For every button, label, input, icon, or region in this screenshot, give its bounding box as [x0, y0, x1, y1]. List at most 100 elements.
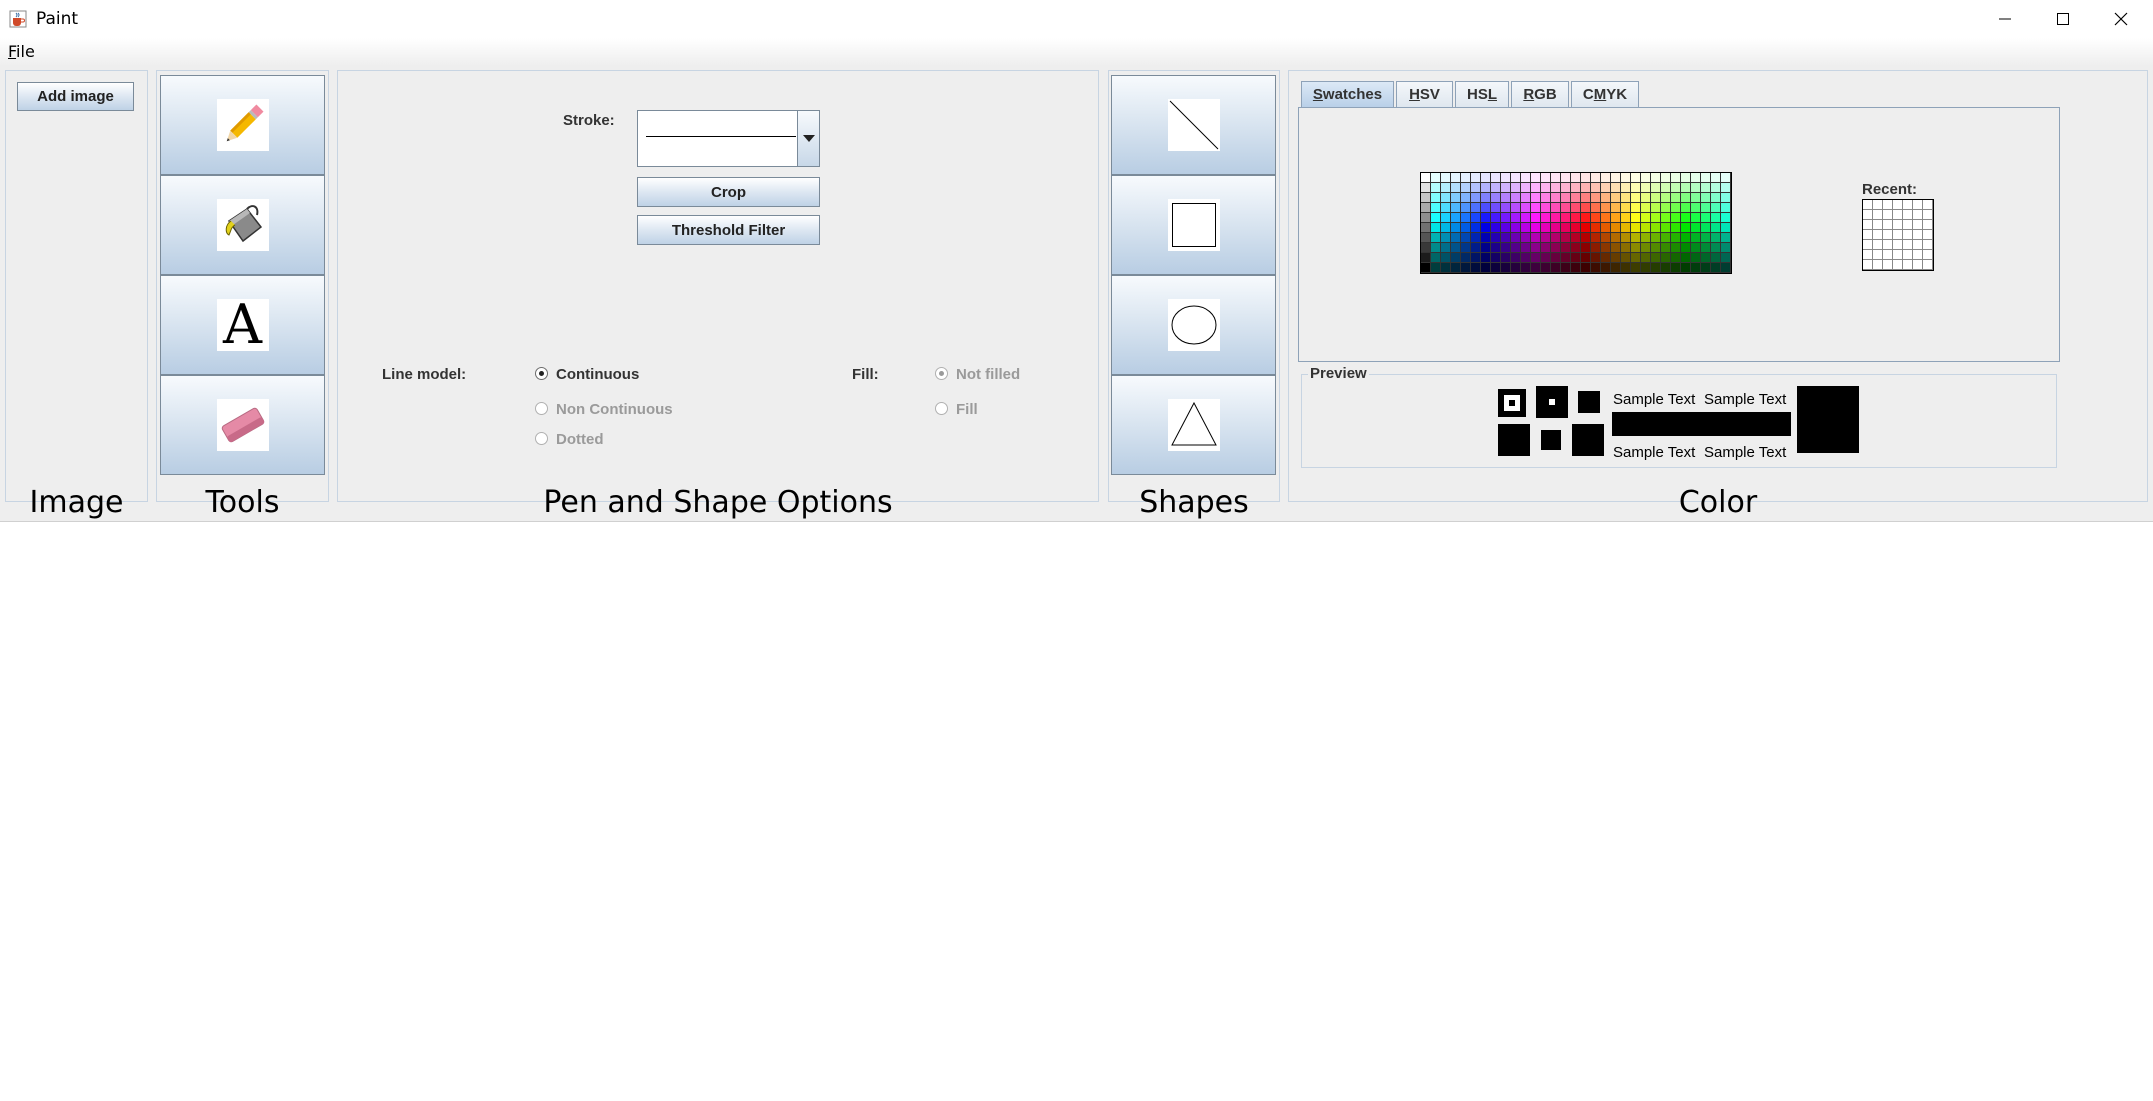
color-swatch[interactable]	[1611, 173, 1621, 183]
radio-not-filled[interactable]	[935, 367, 948, 380]
color-swatch[interactable]	[1491, 183, 1501, 193]
recent-swatch[interactable]	[1873, 230, 1883, 240]
color-swatch[interactable]	[1591, 193, 1601, 203]
color-swatch[interactable]	[1621, 173, 1631, 183]
color-swatch[interactable]	[1681, 183, 1691, 193]
recent-swatch[interactable]	[1883, 200, 1893, 210]
recent-swatch[interactable]	[1873, 200, 1883, 210]
color-swatch[interactable]	[1701, 213, 1711, 223]
color-swatch[interactable]	[1491, 233, 1501, 243]
color-swatch[interactable]	[1521, 253, 1531, 263]
color-swatch[interactable]	[1681, 173, 1691, 183]
color-swatch[interactable]	[1441, 253, 1451, 263]
color-swatch[interactable]	[1451, 233, 1461, 243]
threshold-filter-button[interactable]: Threshold Filter	[637, 215, 820, 245]
color-swatch[interactable]	[1471, 243, 1481, 253]
color-swatch[interactable]	[1541, 253, 1551, 263]
color-swatch[interactable]	[1581, 213, 1591, 223]
color-swatch[interactable]	[1691, 193, 1701, 203]
recent-swatch[interactable]	[1883, 240, 1893, 250]
color-swatch[interactable]	[1701, 173, 1711, 183]
color-swatch[interactable]	[1461, 223, 1471, 233]
color-swatch[interactable]	[1691, 213, 1701, 223]
color-swatch[interactable]	[1651, 233, 1661, 243]
color-swatch[interactable]	[1431, 193, 1441, 203]
color-swatch[interactable]	[1691, 243, 1701, 253]
recent-swatch[interactable]	[1913, 210, 1923, 220]
recent-swatch[interactable]	[1913, 250, 1923, 260]
color-swatch[interactable]	[1521, 243, 1531, 253]
tab-hsv[interactable]: H SV	[1396, 81, 1453, 107]
color-swatch[interactable]	[1701, 263, 1711, 273]
color-swatch[interactable]	[1611, 263, 1621, 273]
color-swatch[interactable]	[1631, 193, 1641, 203]
color-swatch[interactable]	[1501, 193, 1511, 203]
recent-swatch[interactable]	[1903, 220, 1913, 230]
radio-dotted-label[interactable]: Dotted	[556, 431, 604, 448]
stroke-combobox[interactable]	[637, 110, 820, 167]
color-swatch[interactable]	[1481, 183, 1491, 193]
color-swatch[interactable]	[1421, 263, 1431, 273]
recent-swatch[interactable]	[1873, 210, 1883, 220]
color-swatch[interactable]	[1671, 203, 1681, 213]
color-swatch[interactable]	[1561, 253, 1571, 263]
recent-swatch[interactable]	[1893, 250, 1903, 260]
color-swatch[interactable]	[1511, 173, 1521, 183]
color-swatch[interactable]	[1711, 243, 1721, 253]
color-swatch[interactable]	[1491, 223, 1501, 233]
color-swatch[interactable]	[1601, 233, 1611, 243]
color-swatch[interactable]	[1441, 233, 1451, 243]
recent-swatch[interactable]	[1873, 240, 1883, 250]
color-swatch[interactable]	[1681, 233, 1691, 243]
color-swatch[interactable]	[1531, 193, 1541, 203]
recent-swatch[interactable]	[1883, 210, 1893, 220]
color-swatch[interactable]	[1461, 193, 1471, 203]
recent-swatch[interactable]	[1923, 210, 1933, 220]
radio-not-filled-label[interactable]: Not filled	[956, 366, 1020, 383]
color-swatch[interactable]	[1571, 223, 1581, 233]
minimize-button[interactable]	[1976, 0, 2034, 38]
color-swatch[interactable]	[1521, 173, 1531, 183]
color-swatch[interactable]	[1611, 203, 1621, 213]
color-swatch[interactable]	[1471, 213, 1481, 223]
radio-fill[interactable]	[935, 402, 948, 415]
color-swatch[interactable]	[1591, 233, 1601, 243]
color-swatch[interactable]	[1671, 213, 1681, 223]
color-swatch[interactable]	[1511, 243, 1521, 253]
color-swatch[interactable]	[1421, 213, 1431, 223]
color-swatch[interactable]	[1521, 233, 1531, 243]
color-swatch[interactable]	[1601, 193, 1611, 203]
color-swatch[interactable]	[1621, 183, 1631, 193]
color-swatch[interactable]	[1581, 193, 1591, 203]
color-swatch[interactable]	[1641, 263, 1651, 273]
color-swatch[interactable]	[1561, 193, 1571, 203]
color-swatch[interactable]	[1721, 183, 1731, 193]
radio-non-continuous-label[interactable]: Non Continuous	[556, 401, 673, 418]
recent-swatch[interactable]	[1873, 220, 1883, 230]
color-swatch[interactable]	[1671, 223, 1681, 233]
color-swatch[interactable]	[1491, 243, 1501, 253]
color-swatch[interactable]	[1521, 263, 1531, 273]
color-swatch[interactable]	[1481, 223, 1491, 233]
color-swatch[interactable]	[1511, 223, 1521, 233]
color-swatch[interactable]	[1651, 223, 1661, 233]
color-swatch[interactable]	[1551, 233, 1561, 243]
color-swatch[interactable]	[1621, 223, 1631, 233]
color-swatch[interactable]	[1641, 193, 1651, 203]
color-swatch[interactable]	[1581, 253, 1591, 263]
color-swatch[interactable]	[1521, 213, 1531, 223]
color-swatch[interactable]	[1511, 203, 1521, 213]
color-swatch[interactable]	[1571, 253, 1581, 263]
color-swatch[interactable]	[1671, 233, 1681, 243]
color-swatch[interactable]	[1421, 173, 1431, 183]
color-swatch[interactable]	[1551, 223, 1561, 233]
color-swatch[interactable]	[1421, 243, 1431, 253]
color-swatch[interactable]	[1561, 203, 1571, 213]
color-swatch[interactable]	[1431, 233, 1441, 243]
text-tool-button[interactable]: A	[160, 275, 325, 375]
color-swatch[interactable]	[1561, 233, 1571, 243]
color-swatch[interactable]	[1511, 193, 1521, 203]
recent-swatch[interactable]	[1893, 230, 1903, 240]
recent-swatch[interactable]	[1893, 200, 1903, 210]
color-swatch[interactable]	[1611, 183, 1621, 193]
